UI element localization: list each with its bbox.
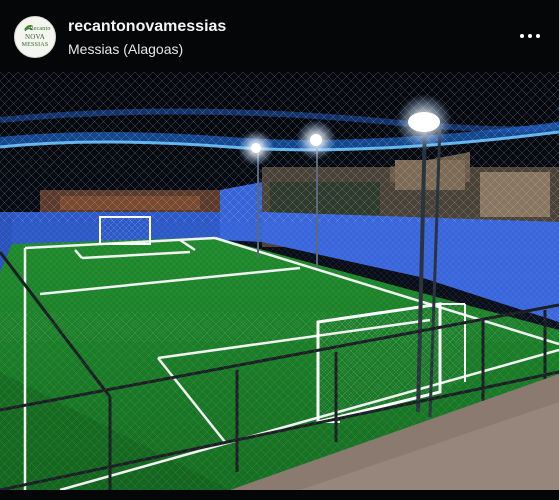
futsal-court-photo xyxy=(0,72,559,490)
avatar[interactable]: Recanto NOVA MESSIAS xyxy=(14,16,56,58)
post-image[interactable] xyxy=(0,72,559,490)
more-horizontal-icon xyxy=(520,34,540,38)
avatar-logo-line-3: MESSIAS xyxy=(21,42,49,48)
post-header: Recanto NOVA MESSIAS recantonovamessias … xyxy=(0,0,559,72)
post-footer-strip xyxy=(0,490,559,500)
username[interactable]: recantonovamessias xyxy=(68,18,226,36)
location-link[interactable]: Messias (Alagoas) xyxy=(68,41,183,57)
overhead-net xyxy=(0,72,559,222)
more-options-button[interactable] xyxy=(512,22,548,50)
avatar-logo-line-2: NOVA xyxy=(24,33,46,41)
avatar-logo-line-1: Recanto xyxy=(29,26,51,32)
